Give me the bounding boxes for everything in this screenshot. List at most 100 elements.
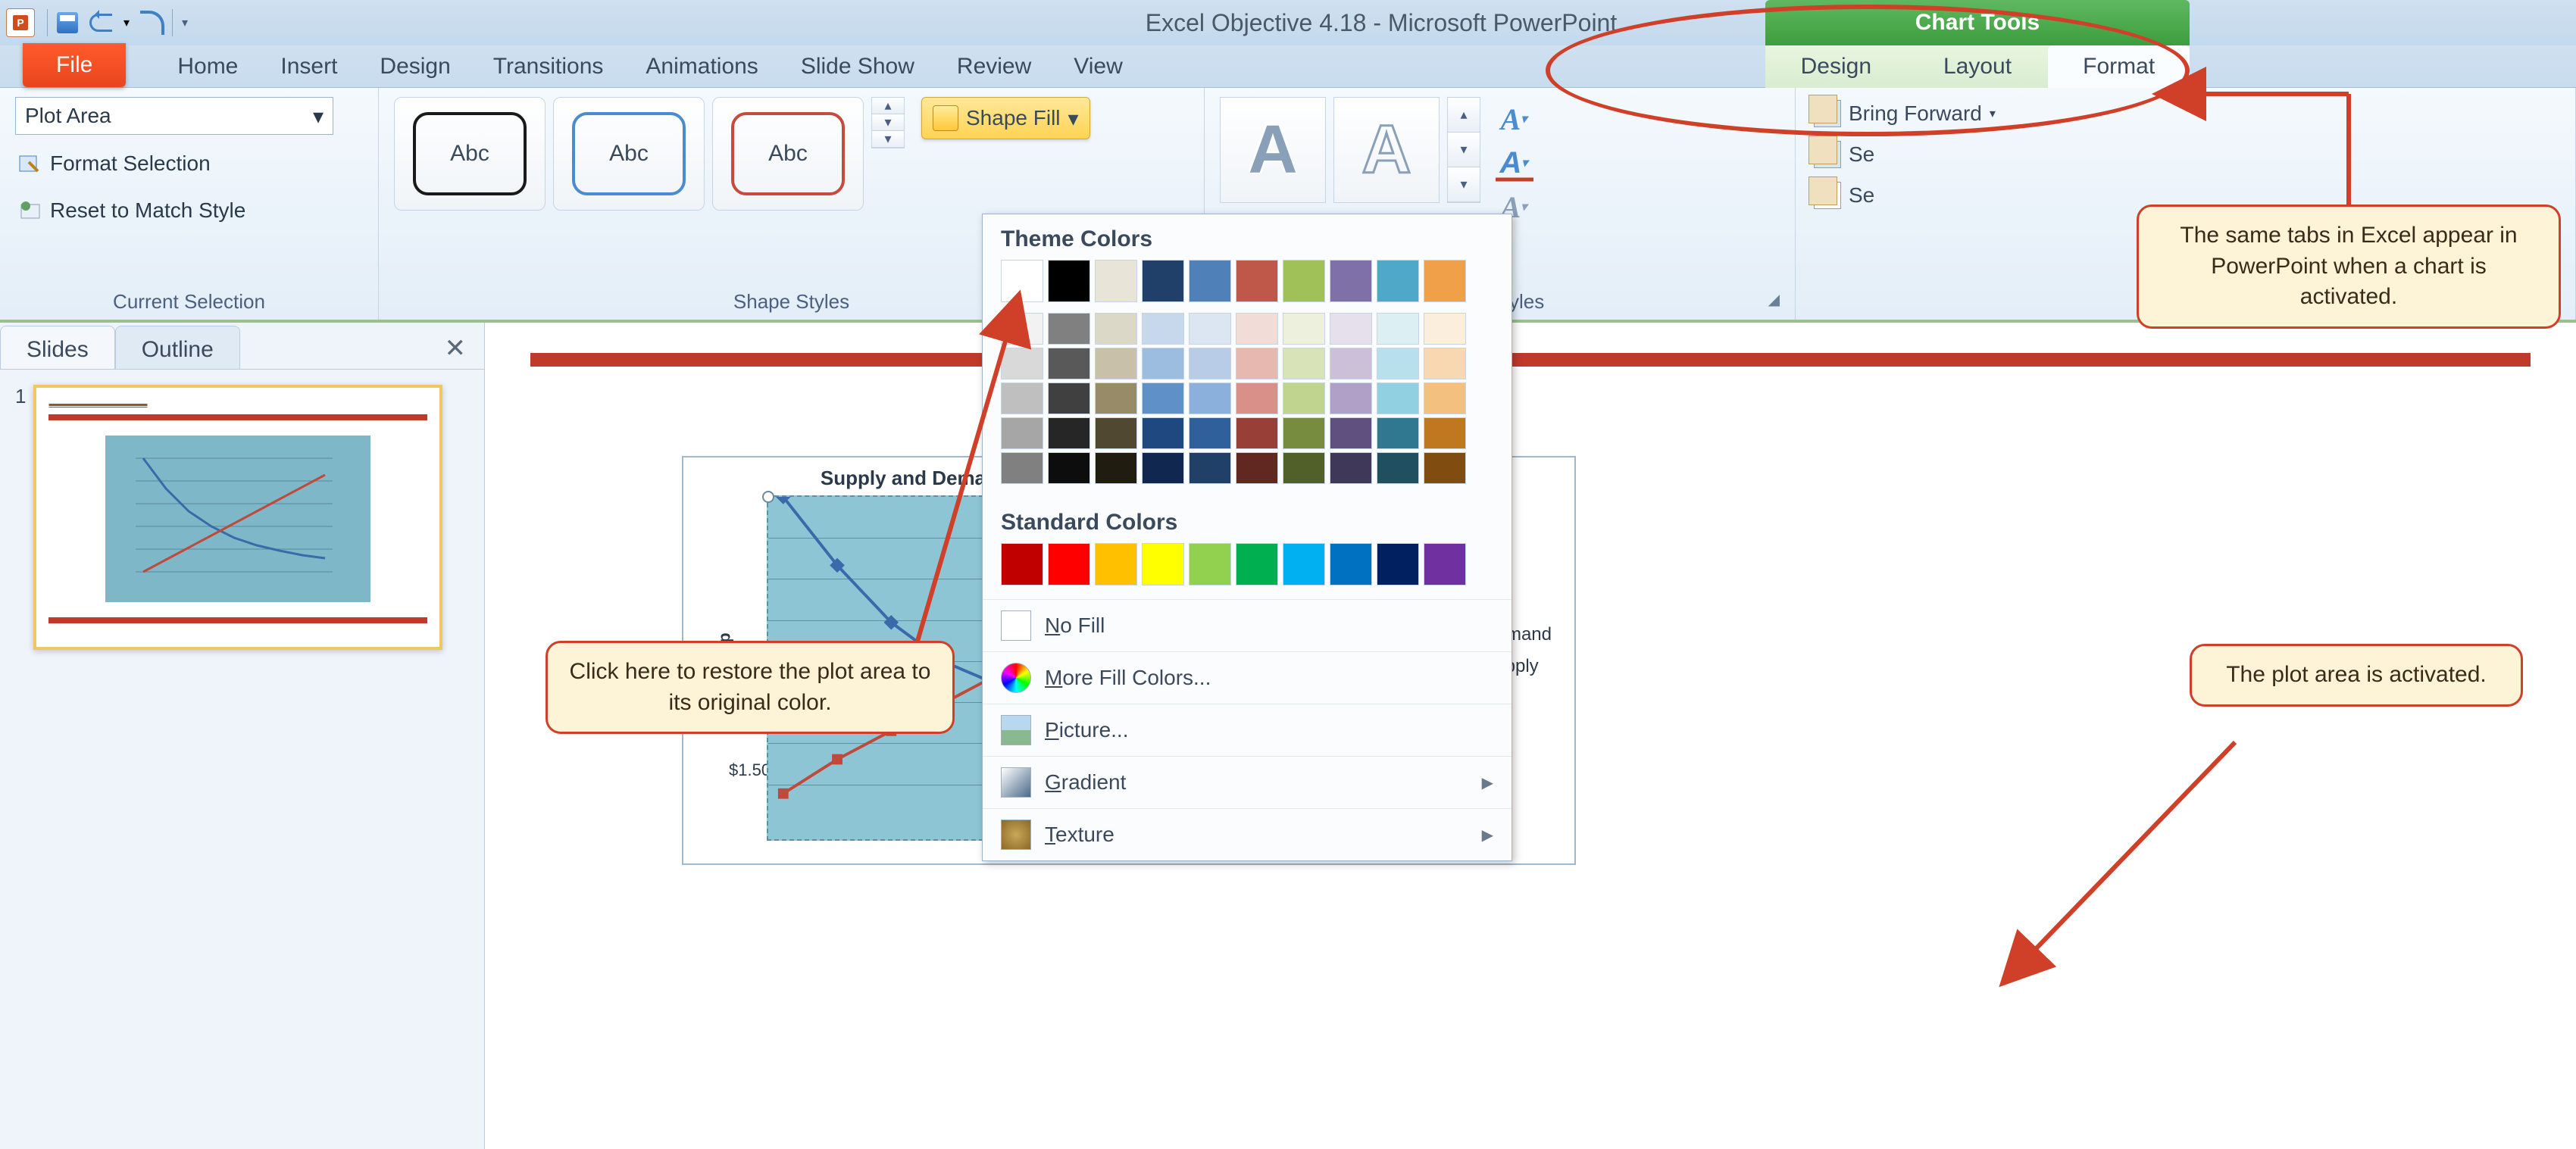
gallery-down[interactable]: ▾ (872, 114, 904, 131)
tab-chart-format[interactable]: Format (2048, 45, 2190, 88)
selection-pane-button[interactable]: Se (1811, 179, 1999, 212)
no-fill-item[interactable]: No Fill (983, 599, 1512, 651)
more-colors-item[interactable]: More Fill Colors... (983, 651, 1512, 704)
bring-forward-button[interactable]: Bring Forward ▾ (1811, 97, 1999, 130)
color-swatch[interactable] (1189, 382, 1231, 414)
color-swatch[interactable] (1283, 313, 1325, 345)
tab-review[interactable]: Review (936, 46, 1052, 87)
color-swatch[interactable] (1095, 260, 1137, 302)
wordart-preset-1[interactable]: A (1220, 97, 1326, 203)
color-swatch[interactable] (1048, 313, 1090, 345)
color-swatch[interactable] (1377, 313, 1419, 345)
color-swatch[interactable] (1142, 543, 1184, 585)
color-swatch[interactable] (1283, 543, 1325, 585)
tab-slides[interactable]: Slides (0, 326, 115, 369)
shape-preset-1[interactable]: Abc (394, 97, 546, 211)
color-swatch[interactable] (1095, 417, 1137, 449)
color-swatch[interactable] (1142, 452, 1184, 484)
color-swatch[interactable] (1142, 382, 1184, 414)
gallery-up[interactable]: ▴ (872, 98, 904, 114)
color-swatch[interactable] (1095, 543, 1137, 585)
color-swatch[interactable] (1189, 543, 1231, 585)
save-button[interactable] (52, 8, 83, 38)
gradient--fill-item[interactable]: Gradient ▶ (983, 756, 1512, 808)
color-swatch[interactable] (1283, 348, 1325, 379)
qat-customize[interactable]: ▾ (177, 8, 192, 38)
color-swatch[interactable] (1236, 260, 1278, 302)
color-swatch[interactable] (1142, 313, 1184, 345)
color-swatch[interactable] (1377, 417, 1419, 449)
shape-preset-3[interactable]: Abc (712, 97, 864, 211)
color-swatch[interactable] (1236, 417, 1278, 449)
color-swatch[interactable] (1189, 452, 1231, 484)
dialog-launcher-icon[interactable]: ◢ (1768, 290, 1780, 309)
color-swatch[interactable] (1283, 452, 1325, 484)
shape-fill-button[interactable]: Shape Fill ▾ (921, 97, 1090, 139)
color-swatch[interactable] (1142, 260, 1184, 302)
color-swatch[interactable] (1048, 417, 1090, 449)
gallery-down[interactable]: ▾ (1448, 133, 1480, 167)
tab-view[interactable]: View (1052, 46, 1143, 87)
tab-chart-layout[interactable]: Layout (1907, 45, 2049, 88)
color-swatch[interactable] (1424, 348, 1466, 379)
color-swatch[interactable] (1283, 417, 1325, 449)
color-swatch[interactable] (1001, 382, 1043, 414)
color-swatch[interactable] (1142, 348, 1184, 379)
shape-preset-2[interactable]: Abc (553, 97, 705, 211)
gallery-more[interactable]: ▾ (872, 131, 904, 148)
tab-insert[interactable]: Insert (259, 46, 358, 87)
color-swatch[interactable] (1330, 543, 1372, 585)
color-swatch[interactable] (1001, 313, 1043, 345)
color-swatch[interactable] (1236, 382, 1278, 414)
slide-canvas[interactable]: GET IS $2.50 Supply and Demand for Break… (485, 323, 2576, 1149)
color-swatch[interactable] (1377, 543, 1419, 585)
color-swatch[interactable] (1330, 452, 1372, 484)
format-selection-button[interactable]: Format Selection (15, 145, 214, 182)
redo-button[interactable] (137, 8, 167, 38)
color-swatch[interactable] (1095, 348, 1137, 379)
color-swatch[interactable] (1424, 417, 1466, 449)
color-swatch[interactable] (1283, 260, 1325, 302)
color-swatch[interactable] (1377, 348, 1419, 379)
text-outline-button[interactable]: A▾ (1491, 144, 1537, 182)
chart-element-dropdown[interactable]: Plot Area ▾ (15, 97, 333, 135)
tab-design[interactable]: Design (358, 46, 471, 87)
color-swatch[interactable] (1048, 543, 1090, 585)
app-icon[interactable]: P (6, 8, 35, 37)
color-swatch[interactable] (1001, 417, 1043, 449)
color-swatch[interactable] (1001, 452, 1043, 484)
tab-chart-design[interactable]: Design (1765, 45, 1907, 88)
color-swatch[interactable] (1330, 260, 1372, 302)
color-swatch[interactable] (1236, 348, 1278, 379)
color-swatch[interactable] (1001, 348, 1043, 379)
color-swatch[interactable] (1048, 260, 1090, 302)
color-swatch[interactable] (1048, 452, 1090, 484)
color-swatch[interactable] (1189, 348, 1231, 379)
undo-dropdown[interactable]: ▾ (119, 8, 134, 38)
slide-thumbnail-1[interactable]: ▬▬▬▬▬▬▬▬▬▬▬▬▬ (33, 385, 442, 650)
color-swatch[interactable] (1424, 260, 1466, 302)
tab-animations[interactable]: Animations (624, 46, 779, 87)
color-swatch[interactable] (1377, 452, 1419, 484)
tab-transitions[interactable]: Transitions (472, 46, 625, 87)
color-swatch[interactable] (1424, 452, 1466, 484)
color-swatch[interactable] (1424, 382, 1466, 414)
picture-fill-item[interactable]: Picture... (983, 704, 1512, 756)
color-swatch[interactable] (1330, 417, 1372, 449)
color-swatch[interactable] (1377, 382, 1419, 414)
color-swatch[interactable] (1095, 382, 1137, 414)
color-swatch[interactable] (1236, 543, 1278, 585)
color-swatch[interactable] (1283, 382, 1325, 414)
color-swatch[interactable] (1048, 348, 1090, 379)
color-swatch[interactable] (1095, 313, 1137, 345)
color-swatch[interactable] (1330, 382, 1372, 414)
color-swatch[interactable] (1095, 452, 1137, 484)
wordart-preset-2[interactable]: A (1333, 97, 1440, 203)
color-swatch[interactable] (1424, 313, 1466, 345)
tab-home[interactable]: Home (156, 46, 259, 87)
color-swatch[interactable] (1142, 417, 1184, 449)
color-swatch[interactable] (1189, 313, 1231, 345)
color-swatch[interactable] (1001, 260, 1043, 302)
send-backward-button[interactable]: Se (1811, 138, 1999, 171)
tab-slideshow[interactable]: Slide Show (780, 46, 936, 87)
